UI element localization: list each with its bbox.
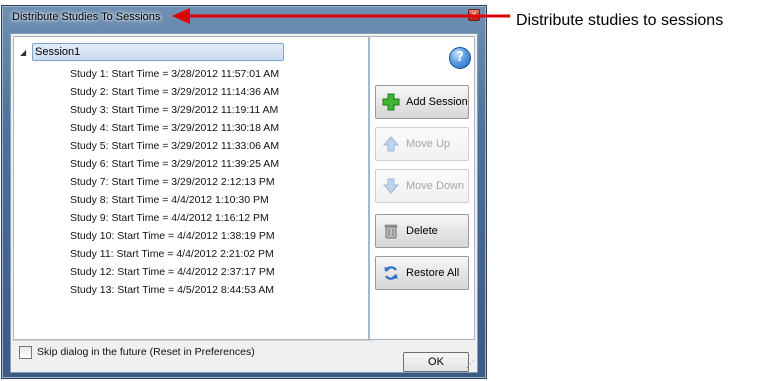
callout-label: Distribute studies to sessions: [516, 12, 724, 29]
arrow-down-icon: [382, 178, 400, 194]
callout-arrow-head: [172, 8, 190, 24]
session-label[interactable]: Session1: [32, 43, 284, 61]
restore-icon: [384, 266, 398, 280]
study-item[interactable]: Study 6: Start Time = 3/29/2012 11:39:25…: [70, 155, 279, 173]
study-item[interactable]: Study 7: Start Time = 3/29/2012 2:12:13 …: [70, 173, 279, 191]
trash-icon: [384, 224, 398, 239]
skip-dialog-label[interactable]: Skip dialog in the future (Reset in Pref…: [37, 346, 255, 358]
add-session-button[interactable]: Add Session: [375, 85, 469, 119]
skip-dialog-checkbox[interactable]: [19, 345, 32, 359]
action-panel: ? Add Session Move Up Move Down Delete R…: [369, 36, 475, 340]
study-item[interactable]: Study 10: Start Time = 4/4/2012 1:38:19 …: [70, 227, 279, 245]
dialog-body: ◢ Session1 Study 1: Start Time = 3/28/20…: [10, 33, 478, 373]
add-session-label: Add Session: [406, 96, 468, 108]
study-item[interactable]: Study 5: Start Time = 3/29/2012 11:33:06…: [70, 137, 279, 155]
study-item[interactable]: Study 8: Start Time = 4/4/2012 1:10:30 P…: [70, 191, 279, 209]
study-item[interactable]: Study 12: Start Time = 4/4/2012 2:37:17 …: [70, 263, 279, 281]
move-down-label: Move Down: [406, 180, 465, 192]
study-item[interactable]: Study 11: Start Time = 4/4/2012 2:21:02 …: [70, 245, 279, 263]
dialog-window: Distribute Studies To Sessions x ◢ Sessi…: [1, 5, 487, 379]
arrow-up-icon: [382, 136, 400, 152]
callout-arrow-icon: [172, 8, 510, 24]
study-item[interactable]: Study 9: Start Time = 4/4/2012 1:16:12 P…: [70, 209, 279, 227]
plus-icon: [382, 93, 400, 111]
ok-button[interactable]: OK: [403, 352, 469, 372]
restore-all-label: Restore All: [406, 267, 460, 279]
session-tree[interactable]: ◢ Session1 Study 1: Start Time = 3/28/20…: [13, 36, 369, 340]
help-button[interactable]: ?: [449, 47, 471, 69]
move-down-button[interactable]: Move Down: [375, 169, 469, 203]
delete-label: Delete: [406, 225, 438, 237]
move-up-label: Move Up: [406, 138, 451, 150]
delete-button[interactable]: Delete: [375, 214, 469, 248]
collapse-arrow-icon[interactable]: ◢: [20, 48, 32, 57]
move-up-button[interactable]: Move Up: [375, 127, 469, 161]
resize-grip-icon[interactable]: ⋰: [466, 359, 475, 370]
restore-all-button[interactable]: Restore All: [375, 256, 469, 290]
study-item[interactable]: Study 4: Start Time = 3/29/2012 11:30:18…: [70, 119, 279, 137]
study-item[interactable]: Study 3: Start Time = 3/29/2012 11:19:11…: [70, 101, 279, 119]
skip-dialog-option[interactable]: Skip dialog in the future (Reset in Pref…: [13, 340, 373, 363]
study-list: Study 1: Start Time = 3/28/2012 11:57:01…: [70, 65, 279, 299]
study-item[interactable]: Study 13: Start Time = 4/5/2012 8:44:53 …: [70, 281, 279, 299]
tree-node-session[interactable]: ◢ Session1: [20, 43, 360, 61]
study-item[interactable]: Study 2: Start Time = 3/29/2012 11:14:36…: [70, 83, 279, 101]
window-title: Distribute Studies To Sessions: [12, 11, 161, 23]
study-item[interactable]: Study 1: Start Time = 3/28/2012 11:57:01…: [70, 65, 279, 83]
